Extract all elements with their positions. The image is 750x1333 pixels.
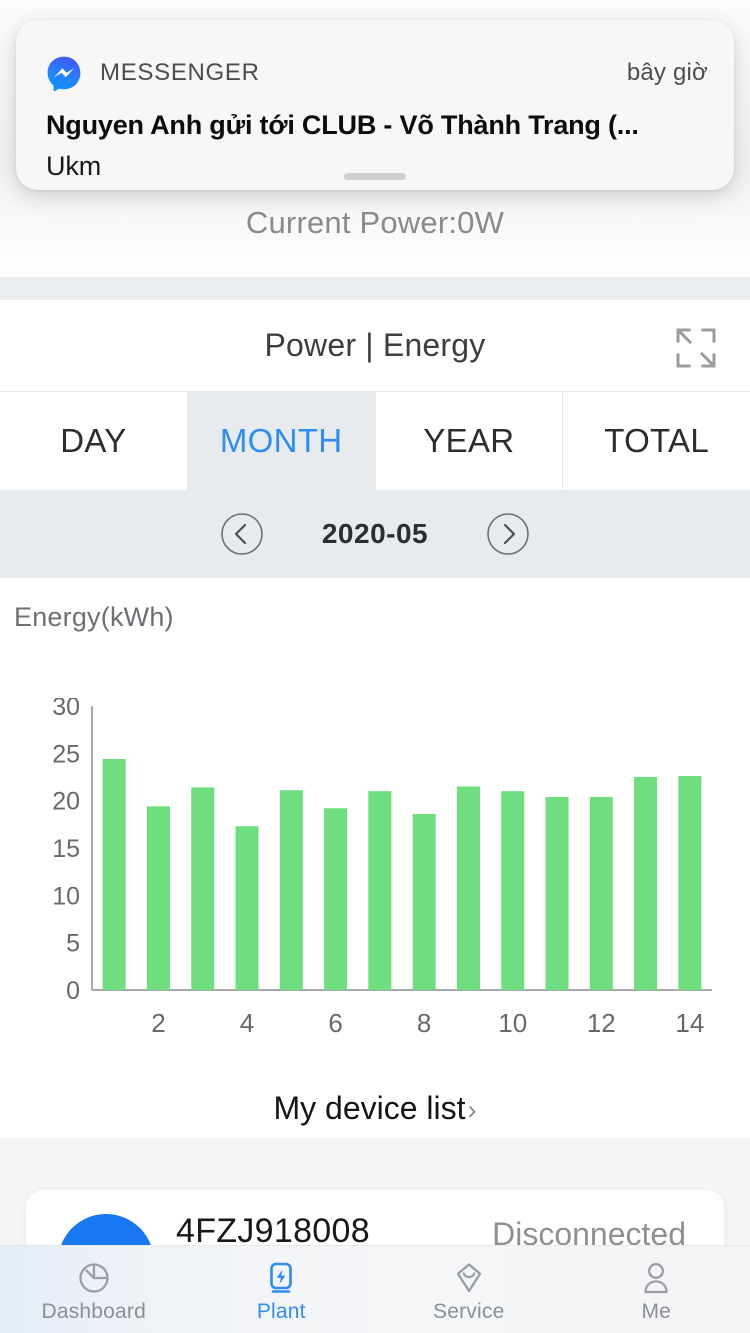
svg-text:10: 10 [52,882,80,910]
bar-4[interactable] [235,826,259,990]
period-selector: 2020-05 [0,490,750,578]
chevron-right-circle-icon[interactable] [486,512,530,556]
tab-year[interactable]: YEAR [375,392,564,490]
bar-chart-svg: 0 5 10 15 20 25 30 2 4 6 8 10 12 14 [52,698,712,1038]
svg-text:20: 20 [52,788,80,816]
svg-text:14: 14 [675,1008,704,1038]
section-divider-band [0,277,750,300]
svg-text:15: 15 [52,835,80,863]
nav-label-plant: Plant [256,1299,306,1323]
energy-chart: Energy(kWh) 0 5 10 15 20 25 30 2 4 6 8 10 12 14 [0,578,750,1138]
period-label: 2020-05 [321,518,429,549]
my-device-list-label: My device list [273,1090,466,1126]
svg-text:2: 2 [151,1008,165,1038]
bottom-navigation: Dashboard Plant Service Me [0,1245,750,1333]
plant-battery-bolt-icon [270,1262,293,1293]
svg-text:12: 12 [587,1008,616,1038]
bar-3[interactable] [191,787,215,990]
notification-drag-handle[interactable] [344,173,406,180]
nav-label-service: Service [433,1299,505,1323]
svg-text:4: 4 [240,1008,254,1038]
dashboard-gauge-icon [79,1262,109,1293]
card-title: Power | Energy [264,327,486,363]
chart-y-axis-title: Energy(kWh) [14,602,174,632]
bar-7[interactable] [368,791,392,990]
nav-item-service[interactable]: Service [375,1246,563,1333]
bar-2[interactable] [146,806,170,990]
svg-text:0: 0 [66,977,80,1005]
bar-14[interactable] [678,776,702,990]
person-icon [644,1262,668,1293]
bar-8[interactable] [412,813,436,990]
expand-fullscreen-icon[interactable] [674,326,718,370]
notification-banner[interactable]: MESSENGER bây giờ Nguyen Anh gửi tới CLU… [16,20,734,190]
chart-plot-area: 0 5 10 15 20 25 30 2 4 6 8 10 12 14 [0,698,750,1068]
svg-text:8: 8 [417,1008,431,1038]
notification-time: bây giờ [626,59,708,86]
power-energy-card: Power | Energy DAY MONTH YEAR TOTAL 2020… [0,300,750,1138]
tab-month-label: MONTH [219,422,343,459]
notification-app-name: MESSENGER [100,59,260,86]
period-tabs: DAY MONTH YEAR TOTAL [0,392,750,490]
notification-header: MESSENGER bây giờ [46,56,708,91]
bar-12[interactable] [589,796,613,990]
bar-5[interactable] [279,790,303,990]
card-header: Power | Energy [0,300,750,392]
chevron-left-circle-icon[interactable] [220,512,264,556]
svg-text:30: 30 [52,698,80,721]
bar-11[interactable] [545,796,569,990]
tab-day[interactable]: DAY [0,392,188,490]
tab-year-label: YEAR [423,422,515,459]
bar-13[interactable] [634,777,658,990]
tab-day-label: DAY [60,422,127,459]
nav-item-plant[interactable]: Plant [188,1246,376,1333]
my-device-list-link[interactable]: My device list› [0,1090,750,1127]
svg-text:6: 6 [328,1008,342,1038]
bar-9[interactable] [456,786,480,990]
chevron-right-icon: › [467,1095,477,1125]
notification-title: Nguyen Anh gửi tới CLUB - Võ Thành Trang… [46,110,639,140]
tab-total[interactable]: TOTAL [563,392,750,490]
service-diamond-smile-icon [456,1262,481,1292]
bar-1[interactable] [102,759,126,990]
tab-month[interactable]: MONTH [187,392,376,490]
bar-6[interactable] [324,808,348,990]
nav-item-me[interactable]: Me [563,1246,750,1333]
nav-label-dashboard: Dashboard [41,1299,147,1323]
messenger-icon [47,56,81,91]
nav-item-dashboard[interactable]: Dashboard [0,1246,188,1333]
tab-total-label: TOTAL [604,422,710,459]
current-power-text: Current Power:0W [245,205,505,240]
svg-text:5: 5 [66,930,80,958]
nav-label-me: Me [641,1299,672,1323]
svg-text:25: 25 [52,740,80,768]
bar-10[interactable] [501,791,525,990]
svg-text:10: 10 [498,1008,527,1038]
